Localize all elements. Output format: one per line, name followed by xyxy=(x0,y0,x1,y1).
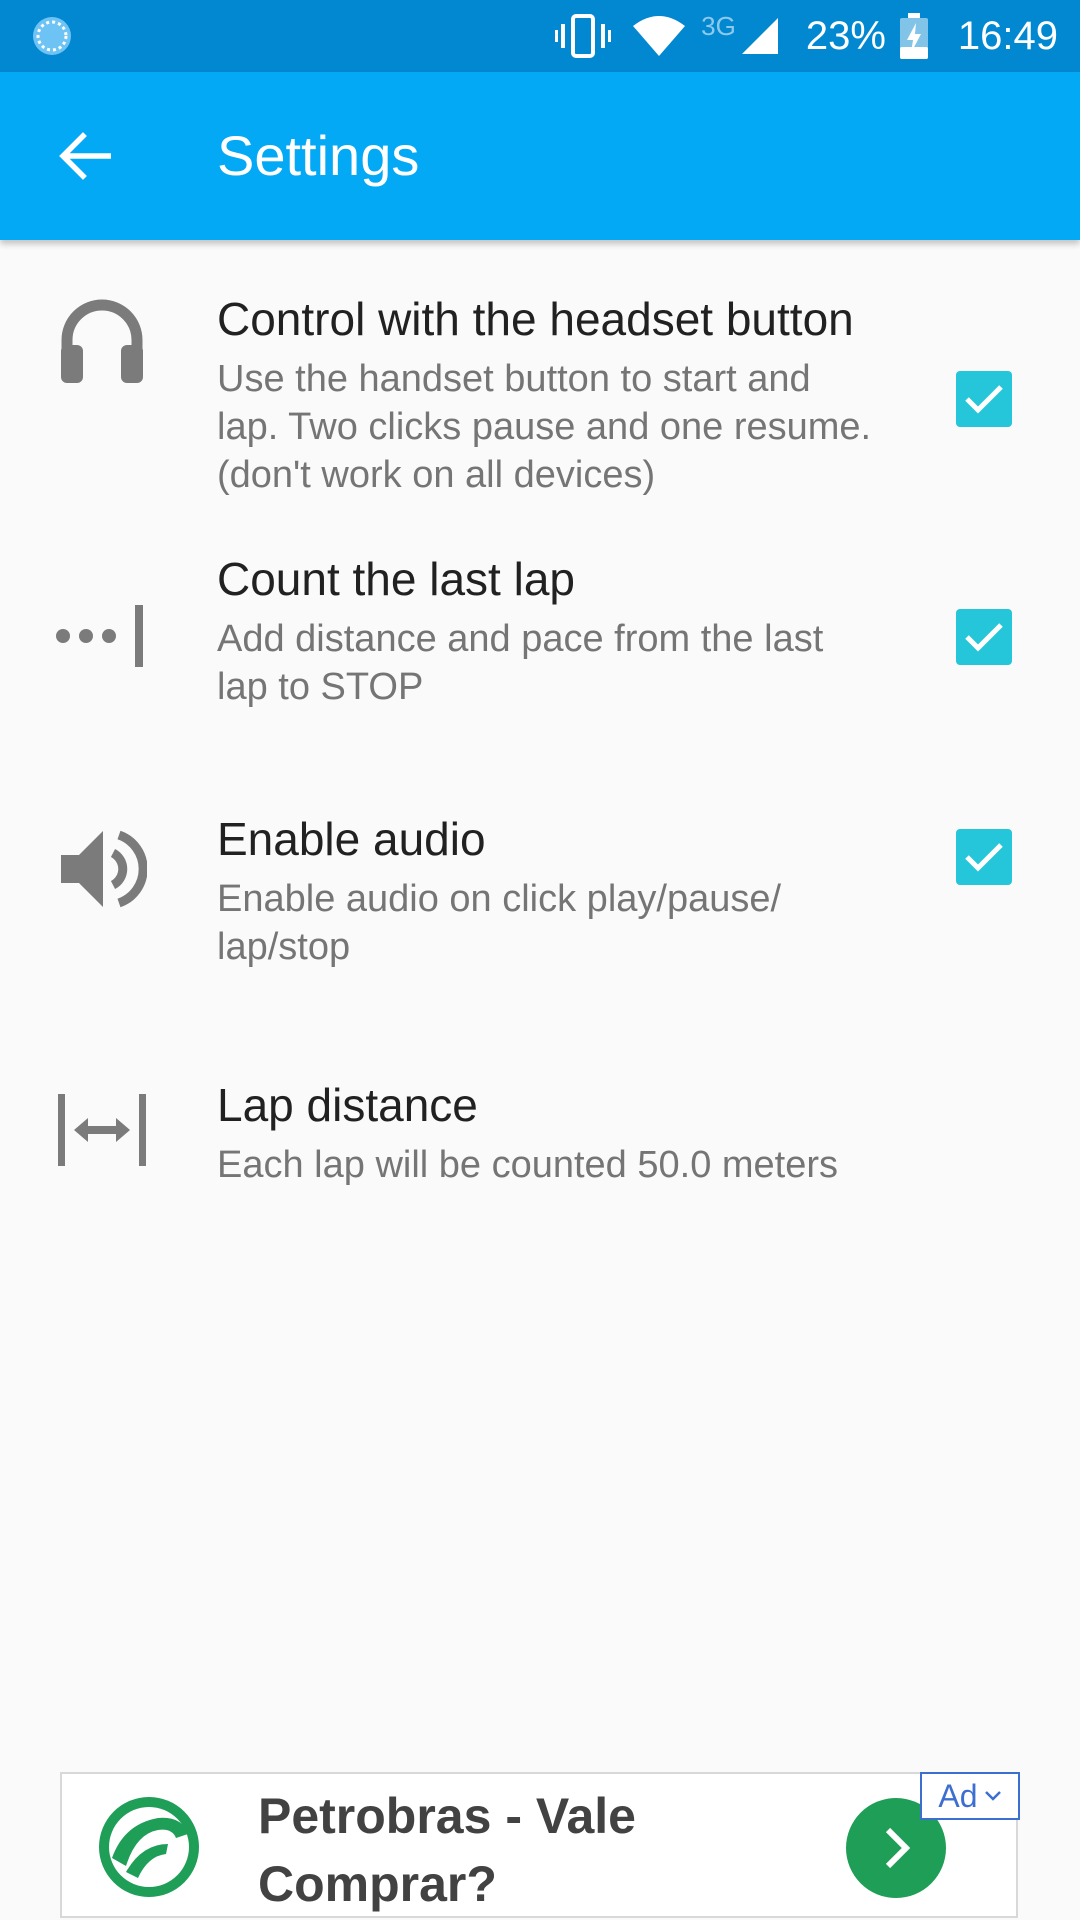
ad-title: Petrobras - Vale Comprar? xyxy=(258,1782,738,1918)
ad-choices-badge[interactable]: Ad xyxy=(920,1772,1020,1820)
ad-title-line-1: Petrobras - Vale xyxy=(258,1788,636,1844)
setting-title: Count the last lap xyxy=(217,553,576,605)
battery-percent: 23% xyxy=(805,13,886,58)
chevron-down-icon xyxy=(984,1791,1001,1801)
back-arrow-icon xyxy=(59,132,111,180)
battery-charging-icon xyxy=(899,13,928,59)
back-button[interactable] xyxy=(40,116,130,196)
clock: 16:49 xyxy=(957,13,1058,58)
page-title: Settings xyxy=(217,124,420,187)
app-bar: Settings xyxy=(0,72,1080,240)
checkmark-icon xyxy=(965,843,1003,872)
setting-summary: Add distance and pace from the last lap … xyxy=(217,618,824,709)
network-type: 3G xyxy=(701,10,736,41)
enable-audio-checkbox[interactable] xyxy=(956,829,1012,885)
ad-title-line-2: Comprar? xyxy=(258,1856,497,1912)
settings-list: Control with the headset button Use the … xyxy=(0,240,1080,1228)
volume-icon xyxy=(52,819,152,919)
headset-icon xyxy=(52,292,152,392)
headset-control-checkbox[interactable] xyxy=(956,371,1012,427)
chevron-right-icon xyxy=(885,1827,911,1869)
setting-summary: Enable audio on click play/pause/ lap/st… xyxy=(217,878,782,969)
lap-distance-icon xyxy=(52,1080,152,1180)
signal-icon xyxy=(741,18,778,54)
checkmark-icon xyxy=(965,385,1003,414)
setting-title: Lap distance xyxy=(217,1079,478,1131)
ad-badge-label: Ad xyxy=(938,1777,978,1814)
checkmark-icon xyxy=(965,623,1003,652)
wifi-icon xyxy=(633,16,686,56)
setting-summary: Each lap will be counted 50.0 meters xyxy=(217,1144,839,1187)
vibrate-icon xyxy=(555,14,612,58)
status-bar: 3G 23% 16:49 xyxy=(0,0,1080,72)
setting-enable-audio[interactable]: Enable audio Enable audio on click play/… xyxy=(0,812,1080,1078)
ad-banner[interactable]: Petrobras - Vale Comprar? Ad xyxy=(60,1772,1020,1918)
sync-notification-icon xyxy=(33,17,71,55)
setting-summary: Use the handset button to start and lap.… xyxy=(217,358,872,497)
count-last-lap-checkbox[interactable] xyxy=(956,609,1012,665)
setting-count-last-lap[interactable]: Count the last lap Add distance and pace… xyxy=(0,544,1080,812)
setting-title: Enable audio xyxy=(217,813,486,865)
setting-title: Control with the headset button xyxy=(217,293,854,345)
last-lap-icon xyxy=(52,586,152,686)
setting-headset-control[interactable]: Control with the headset button Use the … xyxy=(0,240,1080,544)
setting-lap-distance[interactable]: Lap distance Each lap will be counted 50… xyxy=(0,1078,1080,1228)
ad-logo-icon xyxy=(99,1797,199,1897)
